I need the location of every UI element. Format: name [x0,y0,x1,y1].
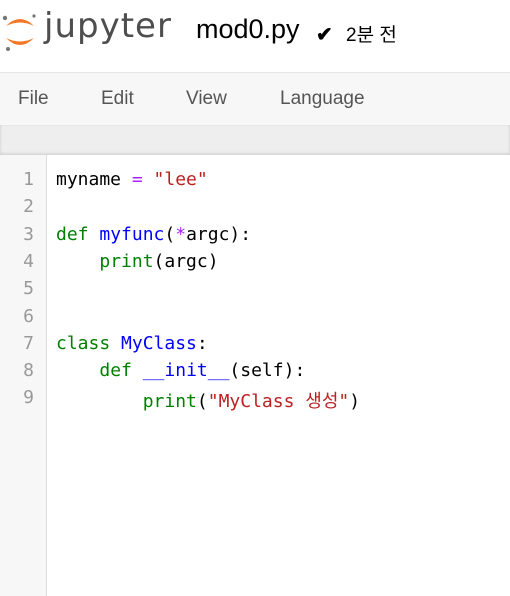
line-number: 8 [23,360,34,382]
code-token: argc): [186,223,252,245]
menu-view[interactable]: View [186,88,227,110]
menu-bar: File Edit View Language [0,72,510,126]
notebook-name[interactable]: mod0.py [196,14,300,45]
code-token: ( [196,391,208,413]
line-number: 4 [23,250,34,272]
last-saved-time: 2분 전 [346,25,397,46]
code-token: print [99,250,154,272]
code-token: = [131,169,143,190]
code-line[interactable]: print("MyClass 생성") [56,387,360,413]
line-number: 9 [23,387,34,409]
header: jupyter mod0.py ✔ 2분 전 [0,0,510,72]
code-line[interactable]: def myfunc(*argc): [56,224,251,245]
line-number: 6 [23,305,34,327]
code-token: "lee" [153,169,208,190]
code-line[interactable]: myname = "lee" [56,169,208,190]
code-token: print [142,391,197,413]
code-token: myfunc [99,223,165,245]
code-editor[interactable]: 123456789 myname = "lee" def myfunc(*argc… [0,155,510,596]
line-number: 1 [23,169,34,190]
jupyter-wordmark[interactable]: jupyter [44,6,172,46]
code-line[interactable]: print(argc) [56,250,219,272]
code-token: MyClass [121,332,197,354]
code-token: def [56,223,89,245]
line-number: 2 [23,196,34,218]
line-number: 7 [23,332,34,354]
code-token: "MyClass 생성" [207,391,350,413]
code-token: (self): [229,360,306,382]
code-token: class [56,332,111,354]
code-token: __init__ [142,360,230,382]
code-token: ) [349,391,361,413]
code-token: def [99,360,132,382]
header-divider [0,125,510,155]
line-number: 3 [23,223,34,245]
code-token: myname [56,169,132,190]
code-line[interactable]: def __init__(self): [56,360,305,381]
code-token: (argc) [153,250,219,272]
code-line[interactable]: class MyClass: [56,333,208,354]
menu-file[interactable]: File [18,88,49,110]
line-number: 5 [23,278,34,300]
code-token: ( [164,223,176,245]
code-token: * [175,223,187,245]
menu-language[interactable]: Language [280,88,365,110]
line-number-gutter: 1 2 3 4 5 6 7 8 9 [0,155,47,596]
menu-edit[interactable]: Edit [101,88,134,110]
checkmark-icon: ✔ [316,24,333,46]
jupyter-logo-icon[interactable] [0,10,40,54]
code-token: : [196,332,208,354]
